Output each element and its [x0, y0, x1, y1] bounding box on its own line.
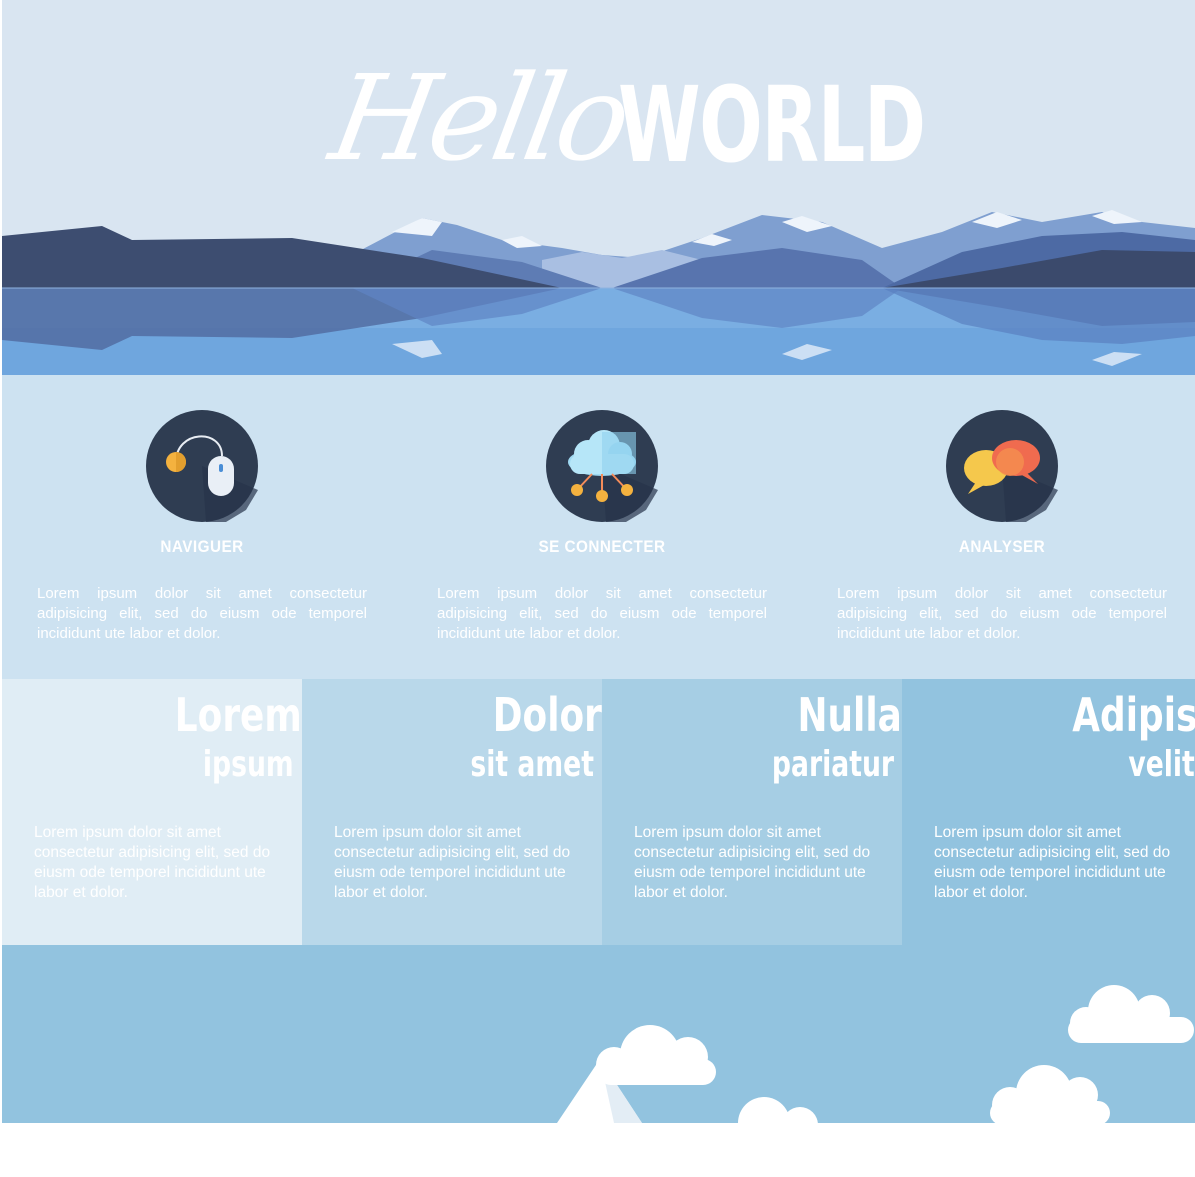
- bottom-banner: [2, 945, 1195, 1123]
- clouds-illustration: [557, 985, 1194, 1123]
- feature-title: SE CONNECTER: [538, 537, 666, 556]
- feature-text: Lorem ipsum dolor sit amet consectetur a…: [837, 585, 1167, 642]
- features-section: NAVIGUER Lorem ipsum dolor sit amet cons…: [2, 375, 1195, 679]
- column-text: Lorem ipsum dolor sit amet consectetur a…: [634, 824, 871, 901]
- column-heading: Dolor: [492, 688, 602, 742]
- feature-text: Lorem ipsum dolor sit amet consectetur a…: [37, 585, 367, 642]
- column-heading: Lorem: [175, 688, 302, 742]
- cloud: [990, 1065, 1110, 1123]
- feature-se-connecter: SE CONNECTER Lorem ipsum dolor sit amet …: [402, 375, 802, 679]
- feature-text: Lorem ipsum dolor sit amet consectetur a…: [437, 585, 767, 642]
- column-lorem: Lorem ipsum Lorem ipsum dolor sit amet c…: [2, 679, 302, 945]
- feature-title: NAVIGUER: [160, 537, 244, 556]
- column-dolor: Dolor sit amet Lorem ipsum dolor sit ame…: [302, 679, 602, 945]
- feature-analyser: ANALYSER Lorem ipsum dolor sit amet cons…: [802, 375, 1195, 679]
- feature-title: ANALYSER: [958, 537, 1046, 556]
- column-heading: Adipis: [1071, 688, 1195, 742]
- page: Hello WORLD NAVIGUER Lorem ipsum dolor s…: [0, 0, 1195, 1177]
- column-subheading: sit amet: [470, 744, 594, 785]
- hero-title-bold: WORLD: [618, 64, 926, 186]
- chat-bubbles-icon: [946, 410, 1058, 522]
- column-subheading: ipsum: [203, 744, 294, 785]
- hero-title-script: Hello: [321, 49, 636, 187]
- column-nulla: Nulla pariatur Lorem ipsum dolor sit ame…: [602, 679, 902, 945]
- cloud: [596, 1025, 716, 1085]
- hero-banner: Hello WORLD: [2, 0, 1195, 375]
- mouse-icon: [146, 410, 258, 522]
- column-heading: Nulla: [797, 688, 902, 742]
- column-text: Lorem ipsum dolor sit amet consectetur a…: [334, 824, 571, 901]
- info-columns: Lorem ipsum Lorem ipsum dolor sit amet c…: [2, 679, 1195, 945]
- column-subheading: velit: [1128, 744, 1195, 785]
- feature-naviguer: NAVIGUER Lorem ipsum dolor sit amet cons…: [2, 375, 402, 679]
- column-subheading: pariatur: [771, 744, 894, 785]
- column-text: Lorem ipsum dolor sit amet consectetur a…: [934, 824, 1171, 901]
- cloud: [1068, 985, 1194, 1043]
- cloud-network-icon: [546, 410, 658, 522]
- column-text: Lorem ipsum dolor sit amet consectetur a…: [34, 824, 271, 901]
- cloud: [738, 1097, 818, 1123]
- column-adipis: Adipis velit Lorem ipsum dolor sit amet …: [902, 679, 1195, 945]
